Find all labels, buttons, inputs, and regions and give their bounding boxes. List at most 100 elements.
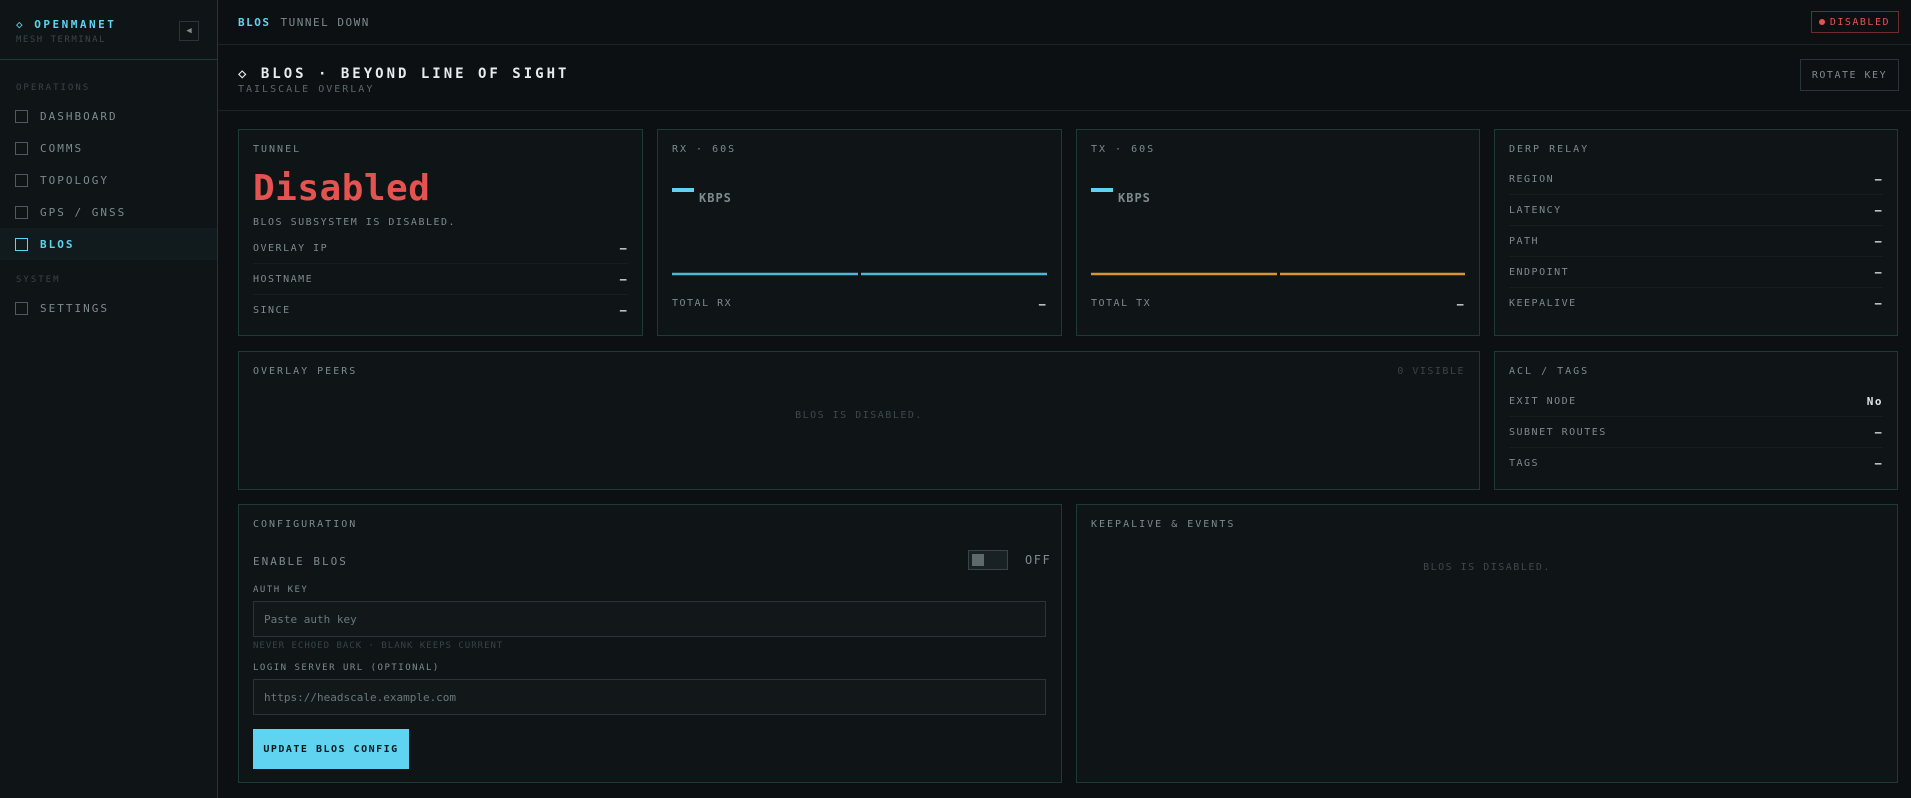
- toggle-state-label: OFF: [1025, 553, 1052, 567]
- row-label: LATENCY: [1509, 204, 1562, 216]
- card-title: TUNNEL: [253, 144, 302, 155]
- brand-title: ◇ OPENMANET: [16, 18, 117, 31]
- dashboard-icon: [15, 110, 28, 123]
- breadcrumb-status: TUNNEL DOWN: [280, 15, 370, 29]
- row-label: PATH: [1509, 235, 1540, 247]
- tunnel-message: BLOS SUBSYSTEM IS DISABLED.: [253, 217, 457, 228]
- login-server-input[interactable]: [253, 679, 1046, 715]
- tx-rate-marker: [1091, 188, 1113, 192]
- row-label: SUBNET ROUTES: [1509, 426, 1607, 438]
- auth-key-label: AUTH KEY: [253, 585, 309, 595]
- endpoint-row: ENDPOINT —: [1509, 257, 1883, 288]
- card-title: CONFIGURATION: [253, 519, 358, 530]
- update-blos-config-button[interactable]: UPDATE BLOS CONFIG: [253, 729, 409, 769]
- sidebar-item-gps-gnss[interactable]: GPS / GNSS: [0, 196, 217, 228]
- derp-relay-card: DERP RELAY REGION — LATENCY — PATH — END…: [1494, 129, 1898, 336]
- tunnel-state: Disabled: [253, 168, 431, 209]
- total-tx-row: TOTAL TX —: [1091, 298, 1465, 311]
- row-label: HOSTNAME: [253, 273, 314, 285]
- brand: ◇ OPENMANET MESH TERMINAL: [16, 18, 116, 45]
- tx-sparkline: [1091, 272, 1465, 276]
- row-label: SINCE: [253, 305, 291, 316]
- section-label-system: SYSTEM: [16, 275, 61, 285]
- row-label: KEEPALIVE: [1509, 298, 1577, 309]
- auth-key-input[interactable]: [253, 601, 1046, 637]
- rx-rate-marker: [672, 188, 694, 192]
- sidebar-divider: [0, 59, 217, 60]
- row-label: REGION: [1509, 173, 1555, 185]
- card-title: ACL / TAGS: [1509, 366, 1590, 377]
- gps-icon: [15, 206, 28, 219]
- auth-key-hint: NEVER ECHOED BACK · BLANK KEEPS CURRENT: [253, 641, 504, 651]
- status-badge: DISABLED: [1810, 11, 1899, 33]
- sidebar-item-settings[interactable]: SETTINGS: [0, 292, 217, 324]
- rotate-key-button[interactable]: ROTATE KEY: [1800, 59, 1899, 91]
- row-value: —: [619, 304, 628, 317]
- keepalive-row: KEEPALIVE —: [1509, 288, 1883, 319]
- rx-sparkline: [672, 272, 1047, 276]
- login-server-label: LOGIN SERVER URL (OPTIONAL): [253, 663, 440, 673]
- total-rx-label: TOTAL RX: [672, 298, 733, 309]
- section-label-operations: OPERATIONS: [16, 83, 91, 93]
- path-row: PATH —: [1509, 226, 1883, 257]
- sidebar-item-label: COMMS: [40, 141, 84, 155]
- peers-empty-message: BLOS IS DISABLED.: [795, 410, 923, 421]
- enable-blos-toggle[interactable]: [968, 550, 1008, 570]
- exit-node-row: EXIT NODE No: [1509, 386, 1883, 417]
- comms-icon: [15, 142, 28, 155]
- total-rx-value: —: [1038, 298, 1047, 311]
- row-value: —: [619, 241, 628, 255]
- top-bar: BLOS TUNNEL DOWN DISABLED: [218, 0, 1911, 45]
- toggle-knob: [972, 554, 984, 566]
- hostname-row: HOSTNAME —: [253, 264, 628, 295]
- topology-icon: [15, 174, 28, 187]
- card-title: TX · 60S: [1091, 144, 1156, 155]
- sidebar-item-comms[interactable]: COMMS: [0, 132, 217, 164]
- card-title: DERP RELAY: [1509, 144, 1590, 155]
- keepalive-events-card: KEEPALIVE & EVENTS BLOS IS DISABLED.: [1076, 504, 1898, 783]
- settings-icon: [15, 302, 28, 315]
- tx-rate-unit: KBPS: [1118, 191, 1151, 205]
- sidebar-item-blos[interactable]: BLOS: [0, 228, 217, 260]
- sidebar-item-label: DASHBOARD: [40, 109, 118, 123]
- tx-card: TX · 60S KBPS TOTAL TX —: [1076, 129, 1480, 336]
- peers-visible-count: 0 VISIBLE: [1397, 366, 1465, 377]
- card-title: RX · 60S: [672, 144, 737, 155]
- collapse-sidebar-button[interactable]: ◀: [179, 21, 199, 41]
- card-title: KEEPALIVE & EVENTS: [1091, 519, 1236, 530]
- row-label: EXIT NODE: [1509, 395, 1577, 407]
- sidebar-item-label: SETTINGS: [40, 301, 109, 315]
- total-rx-row: TOTAL RX —: [672, 298, 1047, 311]
- row-value: No: [1866, 394, 1883, 408]
- acl-tags-card: ACL / TAGS EXIT NODE No SUBNET ROUTES — …: [1494, 351, 1898, 490]
- latency-row: LATENCY —: [1509, 195, 1883, 226]
- tunnel-card: TUNNEL Disabled BLOS SUBSYSTEM IS DISABL…: [238, 129, 643, 336]
- sidebar-item-topology[interactable]: TOPOLOGY: [0, 164, 217, 196]
- row-label: OVERLAY IP: [253, 242, 329, 254]
- sidebar-item-dashboard[interactable]: DASHBOARD: [0, 100, 217, 132]
- row-value: —: [1874, 234, 1883, 248]
- row-value: —: [1874, 425, 1883, 439]
- total-tx-label: TOTAL TX: [1091, 298, 1152, 309]
- row-value: —: [1874, 265, 1883, 279]
- rx-card: RX · 60S KBPS TOTAL RX —: [657, 129, 1062, 336]
- events-empty-message: BLOS IS DISABLED.: [1423, 562, 1551, 573]
- subnet-routes-row: SUBNET ROUTES —: [1509, 417, 1883, 448]
- sidebar-item-label: BLOS: [40, 237, 75, 251]
- enable-blos-label: ENABLE BLOS: [253, 555, 348, 568]
- sidebar-item-label: TOPOLOGY: [40, 173, 109, 187]
- blos-icon: [15, 238, 28, 251]
- status-dot-icon: [1818, 19, 1825, 25]
- page-subtitle: TAILSCALE OVERLAY: [238, 84, 375, 95]
- row-value: —: [1874, 203, 1883, 217]
- overlay-ip-row: OVERLAY IP —: [253, 233, 628, 264]
- configuration-card: CONFIGURATION ENABLE BLOS OFF AUTH KEY N…: [238, 504, 1062, 783]
- row-label: ENDPOINT: [1509, 266, 1570, 278]
- rx-rate-unit: KBPS: [699, 191, 732, 205]
- tags-row: TAGS —: [1509, 448, 1883, 479]
- row-value: —: [1874, 172, 1883, 186]
- page-title: ◇ BLOS · BEYOND LINE OF SIGHT: [238, 66, 570, 82]
- page-header: ◇ BLOS · BEYOND LINE OF SIGHT TAILSCALE …: [218, 45, 1911, 111]
- overlay-peers-card: OVERLAY PEERS 0 VISIBLE BLOS IS DISABLED…: [238, 351, 1480, 490]
- chevron-left-icon: ◀: [186, 26, 192, 36]
